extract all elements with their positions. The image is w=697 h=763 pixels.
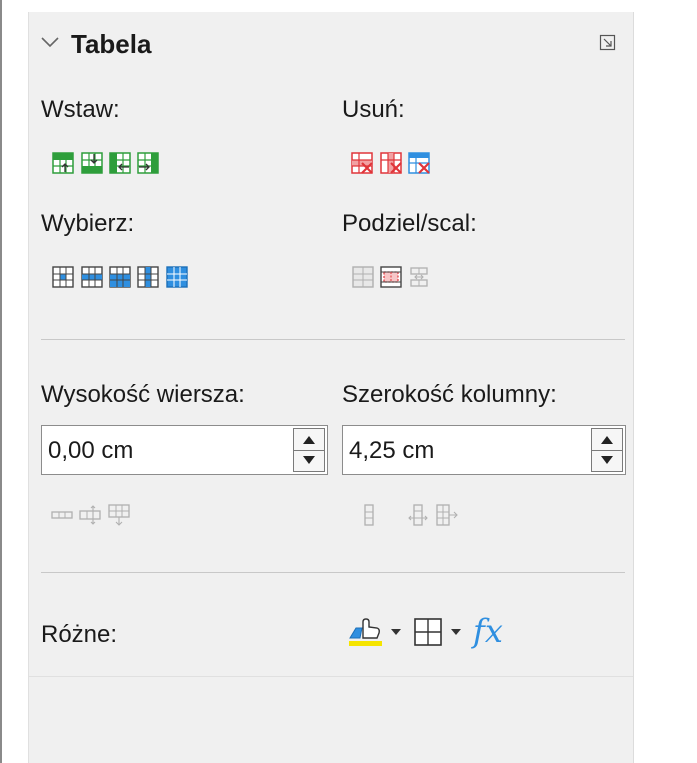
borders-icon[interactable] bbox=[413, 617, 443, 647]
minimal-row-height-icon[interactable] bbox=[51, 504, 73, 526]
optimal-column-width-icon[interactable] bbox=[407, 504, 429, 526]
delete-rows-icon[interactable] bbox=[351, 152, 373, 174]
insert-columns-after-icon[interactable] bbox=[137, 152, 159, 174]
column-width-spin-buttons bbox=[591, 428, 623, 472]
chevron-down-icon[interactable] bbox=[389, 626, 403, 638]
distribute-rows-icon[interactable] bbox=[108, 504, 130, 526]
distribute-columns-icon[interactable] bbox=[436, 504, 458, 526]
spin-down-icon[interactable] bbox=[592, 450, 622, 471]
column-width-spinbox[interactable]: 4,25 cm bbox=[342, 425, 626, 475]
delete-label: Usuń: bbox=[342, 96, 405, 123]
insert-label: Wstaw: bbox=[41, 96, 120, 123]
panel-title[interactable]: Tabela bbox=[71, 29, 151, 60]
split-table-icon[interactable] bbox=[408, 266, 430, 288]
panel-bottom-divider bbox=[29, 676, 633, 677]
section-separator bbox=[41, 572, 625, 573]
formula-icon[interactable]: fx bbox=[473, 609, 521, 653]
insert-rows-below-icon[interactable] bbox=[81, 152, 103, 174]
select-table-icon[interactable] bbox=[166, 266, 188, 288]
select-label: Wybierz: bbox=[41, 210, 135, 237]
split-cells-icon[interactable] bbox=[352, 266, 374, 288]
row-height-spinbox[interactable]: 0,00 cm bbox=[41, 425, 328, 475]
delete-columns-icon[interactable] bbox=[380, 152, 402, 174]
split-merge-label: Podziel/scal: bbox=[342, 210, 477, 237]
window-edge bbox=[0, 0, 2, 763]
select-row-icon[interactable] bbox=[81, 266, 103, 288]
cell-background-color-icon[interactable] bbox=[347, 614, 385, 648]
merge-cells-icon[interactable] bbox=[380, 266, 402, 288]
table-properties-panel: Tabela Wstaw: Usuń: Wybierz: Podziel/sca… bbox=[28, 12, 634, 763]
minimal-column-width-icon[interactable] bbox=[358, 504, 380, 526]
row-height-value[interactable]: 0,00 cm bbox=[48, 437, 133, 465]
chevron-down-icon[interactable] bbox=[449, 626, 463, 638]
misc-label: Różne: bbox=[41, 621, 118, 648]
column-width-value[interactable]: 4,25 cm bbox=[349, 437, 434, 465]
insert-rows-above-icon[interactable] bbox=[52, 152, 74, 174]
more-options-icon[interactable] bbox=[599, 34, 617, 52]
chevron-down-icon[interactable] bbox=[39, 34, 61, 50]
delete-table-icon[interactable] bbox=[408, 152, 430, 174]
spin-up-icon[interactable] bbox=[592, 429, 622, 451]
section-separator bbox=[41, 339, 625, 340]
select-table-rows-icon[interactable] bbox=[109, 266, 131, 288]
optimal-row-height-icon[interactable] bbox=[79, 504, 101, 526]
select-cell-icon[interactable] bbox=[52, 266, 74, 288]
select-column-icon[interactable] bbox=[137, 266, 159, 288]
row-height-label: Wysokość wiersza: bbox=[41, 381, 245, 408]
panel-header: Tabela bbox=[29, 12, 633, 74]
spin-up-icon[interactable] bbox=[294, 429, 324, 451]
column-width-label: Szerokość kolumny: bbox=[342, 381, 557, 408]
spin-down-icon[interactable] bbox=[294, 450, 324, 471]
row-height-spin-buttons bbox=[293, 428, 325, 472]
insert-columns-before-icon[interactable] bbox=[109, 152, 131, 174]
